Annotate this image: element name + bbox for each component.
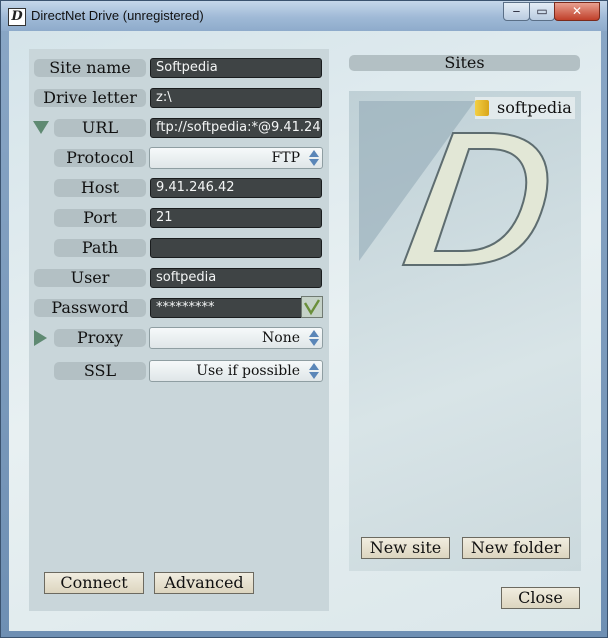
proxy-label: Proxy [54,329,146,347]
folder-icon [475,100,489,116]
host-label: Host [54,179,146,197]
spinner-icon[interactable] [307,329,321,347]
close-window-button[interactable]: ✕ [554,2,600,21]
protocol-value: FTP [271,150,300,166]
directnet-logo [359,101,549,266]
spinner-icon[interactable] [307,362,321,380]
maximize-icon: ▭ [536,4,548,18]
url-label: URL [54,119,146,137]
drive-letter-field[interactable]: z:\ [150,88,322,108]
sites-header: Sites [349,55,580,71]
site-name-label: Site name [34,59,146,77]
port-field[interactable]: 21 [150,208,322,228]
password-label: Password [34,299,146,317]
host-field[interactable]: 9.41.246.42 [150,178,322,198]
proxy-value: None [262,330,300,346]
minimize-button[interactable]: ‒ [503,2,530,21]
app-window: D DirectNet Drive (unregistered) ‒ ▭ ✕ S… [0,0,608,638]
spinner-icon[interactable] [307,149,321,167]
drive-letter-label: Drive letter [34,89,146,107]
protocol-select[interactable]: FTP [149,147,323,169]
title-bar: D DirectNet Drive (unregistered) ‒ ▭ ✕ [1,1,607,31]
path-field[interactable] [150,238,322,258]
proxy-expand-icon[interactable] [34,330,47,346]
client-area: Site name Softpedia Drive letter z:\ URL… [9,31,601,631]
protocol-label: Protocol [54,149,146,167]
advanced-button[interactable]: Advanced [154,572,254,594]
maximize-button[interactable]: ▭ [529,2,555,21]
user-field[interactable]: softpedia [150,268,322,288]
app-logo-icon: D [8,8,26,26]
site-item-softpedia[interactable]: softpedia [475,97,575,119]
connect-button[interactable]: Connect [44,572,144,594]
ssl-label: SSL [54,362,146,380]
url-expand-icon[interactable] [33,121,49,134]
port-label: Port [54,209,146,227]
close-button[interactable]: Close [501,587,580,609]
new-folder-button[interactable]: New folder [462,537,570,559]
checkmark-icon [303,299,321,316]
site-name-field[interactable]: Softpedia [150,58,322,78]
password-field[interactable]: ********* [150,298,320,318]
close-icon: ✕ [571,4,583,18]
sites-list[interactable]: softpedia [349,91,581,571]
url-field[interactable]: ftp://softpedia:*@9.41.246. [150,118,322,138]
proxy-select[interactable]: None [149,327,323,349]
new-site-button[interactable]: New site [361,537,450,559]
path-label: Path [54,239,146,257]
window-title: DirectNet Drive (unregistered) [31,8,204,23]
ssl-select[interactable]: Use if possible [149,360,323,382]
minimize-icon: ‒ [512,4,521,18]
site-item-label: softpedia [497,98,572,117]
show-password-button[interactable] [301,296,323,318]
user-label: User [34,269,146,287]
ssl-value: Use if possible [196,363,300,379]
